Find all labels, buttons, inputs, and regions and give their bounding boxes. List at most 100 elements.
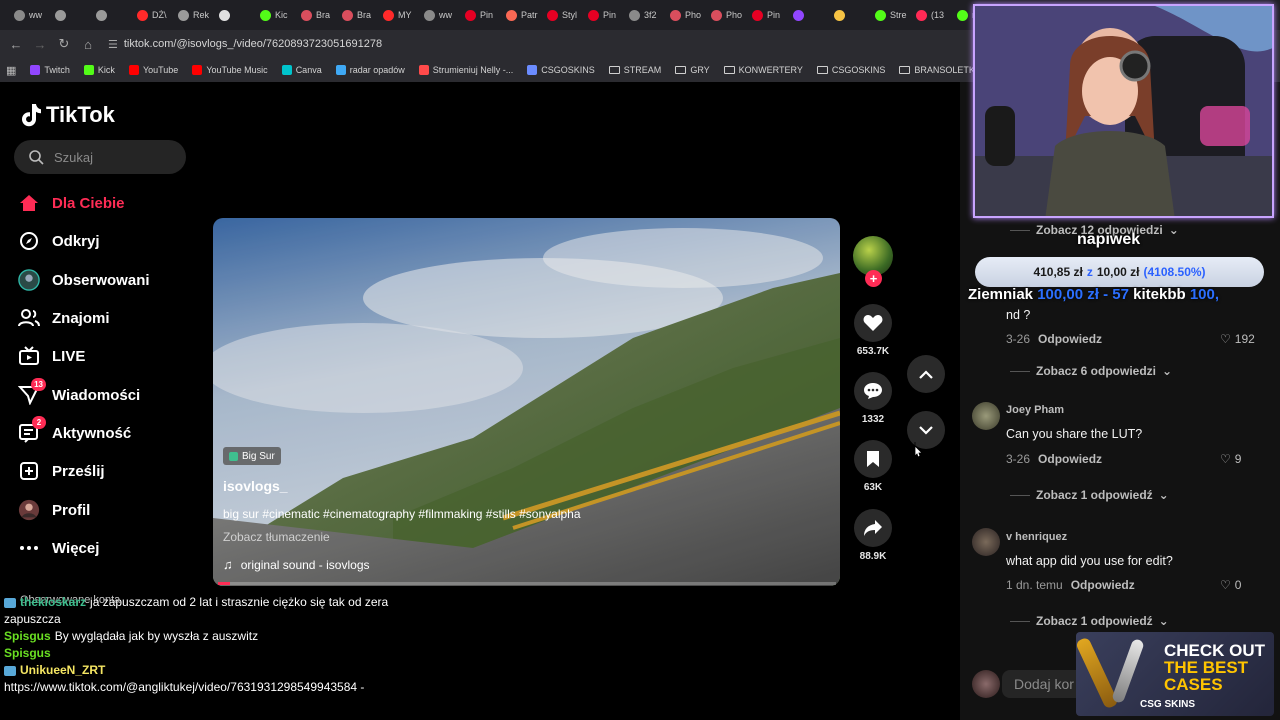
view-replies[interactable]: Zobacz 6 odpowiedzi ⌄	[1010, 364, 1172, 378]
tab-label: Styl	[562, 10, 578, 20]
follow-plus-button[interactable]: +	[865, 270, 882, 287]
sidebar-item-dla-ciebie[interactable]: Dla Ciebie	[18, 187, 188, 219]
streamer-webcam	[973, 4, 1274, 218]
home-icon	[18, 192, 40, 214]
comment-text: what app did you use for edit?	[1006, 554, 1173, 568]
share-action: 88.9K	[852, 509, 894, 562]
bookmark-item[interactable]: Kick	[83, 65, 115, 75]
search-box[interactable]	[14, 140, 186, 174]
view-replies[interactable]: Zobacz 1 odpowiedź ⌄	[1010, 614, 1169, 628]
bookmark-item[interactable]: STREAM	[608, 65, 661, 75]
browser-tab[interactable]: Bra	[295, 3, 336, 27]
tab-label: Pin	[480, 10, 494, 20]
video-author[interactable]: isovlogs_	[223, 478, 288, 494]
commenter-avatar[interactable]	[972, 528, 1000, 556]
reload-icon[interactable]: ↻	[52, 32, 76, 56]
sidebar-item-odkryj[interactable]: Odkryj	[18, 225, 188, 257]
sidebar-item-aktywność[interactable]: 2 Aktywność	[18, 416, 188, 449]
bookmark-favicon-icon	[128, 65, 139, 75]
home-page-icon[interactable]: ⌂	[76, 32, 100, 56]
video-description[interactable]: big sur #cinematic #cinematography #film…	[223, 507, 581, 521]
platform-badge-icon	[4, 597, 16, 608]
like-button[interactable]	[854, 304, 892, 342]
sound-link[interactable]: ♫ original sound - isovlogs	[223, 557, 370, 572]
browser-tab[interactable]: Patr	[500, 3, 541, 27]
chevron-down-icon: ⌄	[1158, 614, 1169, 628]
comment-like[interactable]: ♡ 192	[1220, 332, 1255, 346]
bookmark-item[interactable]: GRY	[675, 65, 710, 75]
bookmark-item[interactable]: KONWERTERY	[723, 65, 803, 75]
browser-tab[interactable]	[213, 3, 254, 27]
browser-tab[interactable]: 3f2	[623, 3, 664, 27]
browser-tab[interactable]: Rek	[172, 3, 213, 27]
ticker-amount-2: - 57	[1103, 286, 1129, 303]
share-button[interactable]	[854, 509, 892, 547]
commenter-name[interactable]: v henriquez	[1006, 531, 1067, 543]
bookmark-item[interactable]: CSGOSKINS	[527, 65, 595, 75]
forward-icon[interactable]: →	[28, 32, 52, 56]
comment-text: Can you share the LUT?	[1006, 427, 1143, 441]
browser-tab[interactable]: Bra	[336, 3, 377, 27]
browser-tab[interactable]	[787, 3, 828, 27]
back-icon[interactable]: ←	[4, 32, 28, 56]
reply-button[interactable]: Odpowiedz	[1038, 452, 1102, 466]
tab-label: MY	[398, 10, 412, 20]
chat-username: Spisgus	[4, 629, 51, 643]
bookmark-item[interactable]: Twitch	[30, 65, 70, 75]
reply-button[interactable]: Odpowiedz	[1038, 332, 1102, 346]
sidebar-item-wiadomości[interactable]: 13 Wiadomości	[18, 378, 188, 411]
apps-grid-icon[interactable]: ▦	[6, 64, 16, 77]
tiktok-logo[interactable]: TikTok	[20, 102, 115, 128]
sidebar-item-prześlij[interactable]: Prześlij	[18, 455, 188, 487]
bookmark-item[interactable]: BRANSOLETKI	[899, 65, 977, 75]
reply-button[interactable]: Odpowiedz	[1071, 578, 1135, 592]
video-progress-bar[interactable]	[218, 582, 836, 585]
browser-tab[interactable]: ww	[418, 3, 459, 27]
browser-tab[interactable]: Pin	[459, 3, 500, 27]
bookmark-favicon-icon	[83, 65, 94, 75]
commenter-avatar[interactable]	[972, 402, 1000, 430]
bookmark-item[interactable]: YouTube Music	[192, 65, 268, 75]
browser-tab[interactable]: DŻ\	[131, 3, 172, 27]
commenter-name[interactable]: Joey Pham	[1006, 404, 1064, 416]
bookmark-item[interactable]: Strumieniuj Nelly -...	[418, 65, 513, 75]
sidebar-item-obserwowani[interactable]: Obserwowani	[18, 264, 188, 296]
browser-tab[interactable]	[90, 3, 131, 27]
bookmark-item[interactable]: radar opadów	[335, 65, 405, 75]
notification-badge: 13	[31, 378, 46, 391]
site-info-icon[interactable]: ☰	[108, 38, 118, 51]
sidebar-item-więcej[interactable]: Więcej	[18, 532, 188, 564]
search-input[interactable]	[54, 149, 174, 165]
url-field[interactable]: ☰ tiktok.com/@isovlogs_/video/7620893723…	[108, 38, 382, 51]
browser-tab[interactable]: (13	[910, 3, 951, 27]
sidebar-item-znajomi[interactable]: Znajomi	[18, 302, 188, 334]
browser-tab[interactable]: Pho	[705, 3, 746, 27]
bookmark-label: GRY	[690, 65, 710, 75]
chat-message: thekioskarz ja zapuszczam od 2 lat i stra…	[4, 594, 604, 611]
browser-tab[interactable]	[49, 3, 90, 27]
browser-tab[interactable]: Pin	[582, 3, 623, 27]
bookmark-item[interactable]: Canva	[281, 65, 322, 75]
location-tag[interactable]: Big Sur	[223, 447, 281, 465]
browser-tab[interactable]: ww	[8, 3, 49, 27]
sidebar-item-live[interactable]: LIVE	[18, 340, 188, 372]
bookmark-item[interactable]: CSGOSKINS	[816, 65, 885, 75]
comment-button[interactable]	[854, 372, 892, 410]
location-pin-icon	[229, 451, 238, 461]
browser-tab[interactable]: Stre	[869, 3, 910, 27]
folder-icon	[608, 66, 620, 74]
view-replies[interactable]: Zobacz 1 odpowiedź ⌄	[1010, 488, 1169, 502]
browser-tab[interactable]	[828, 3, 869, 27]
bookmark-item[interactable]: YouTube	[128, 65, 178, 75]
translate-link[interactable]: Zobacz tłumaczenie	[223, 530, 330, 544]
sidebar-item-profil[interactable]: Profil	[18, 494, 188, 526]
browser-tab[interactable]: Pho	[664, 3, 705, 27]
browser-tab[interactable]: Styl	[541, 3, 582, 27]
browser-tab[interactable]: Pin	[746, 3, 787, 27]
browser-tab[interactable]: Kic	[254, 3, 295, 27]
comment-like[interactable]: ♡ 9	[1220, 452, 1241, 466]
save-button[interactable]	[854, 440, 892, 478]
browser-tab[interactable]: MY	[377, 3, 418, 27]
comment-like[interactable]: ♡ 0	[1220, 578, 1241, 592]
previous-video-button[interactable]	[907, 355, 945, 393]
